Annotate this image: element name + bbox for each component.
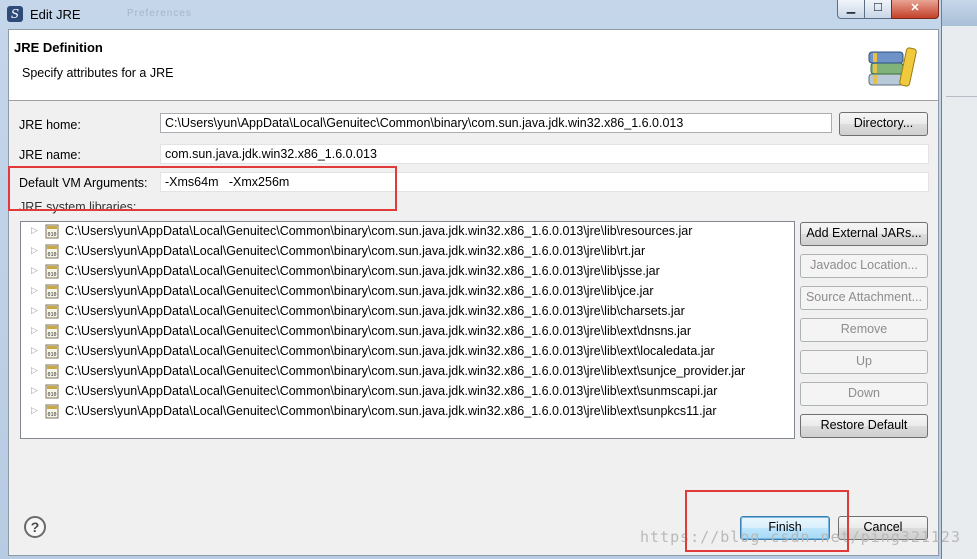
dialog-content: JRE Definition Specify attributes for a … bbox=[8, 29, 939, 556]
maximize-button[interactable]: ☐ bbox=[864, 0, 892, 19]
jre-name-label: JRE name: bbox=[19, 148, 81, 162]
javadoc-location-button[interactable]: Javadoc Location... bbox=[800, 254, 928, 278]
system-libraries-label: JRE system libraries: bbox=[19, 200, 137, 214]
library-path: C:\Users\yun\AppData\Local\Genuitec\Comm… bbox=[65, 324, 692, 338]
expand-arrow-icon[interactable]: ▷ bbox=[31, 225, 38, 236]
window-title: Edit JRE bbox=[30, 7, 81, 22]
library-path: C:\Users\yun\AppData\Local\Genuitec\Comm… bbox=[65, 244, 646, 258]
books-icon bbox=[868, 47, 917, 87]
title-bar[interactable]: S Edit JRE Preferences ▁ ☐ ✕ bbox=[0, 0, 941, 28]
svg-text:010: 010 bbox=[47, 312, 56, 318]
library-item[interactable]: ▷ 010 C:\Users\yun\AppData\Local\Genuitec\… bbox=[21, 362, 791, 382]
svg-text:010: 010 bbox=[47, 272, 56, 278]
svg-text:010: 010 bbox=[47, 292, 56, 298]
background-tab-title: Preferences bbox=[127, 8, 192, 19]
svg-text:010: 010 bbox=[47, 372, 56, 378]
library-path: C:\Users\yun\AppData\Local\Genuitec\Comm… bbox=[65, 224, 693, 238]
library-path: C:\Users\yun\AppData\Local\Genuitec\Comm… bbox=[65, 284, 654, 298]
library-item[interactable]: ▷ 010 C:\Users\yun\AppData\Local\Genuitec\… bbox=[21, 342, 791, 362]
library-item[interactable]: ▷ 010 C:\Users\yun\AppData\Local\Genuitec\… bbox=[21, 222, 791, 242]
jre-home-field[interactable] bbox=[160, 113, 832, 133]
library-path: C:\Users\yun\AppData\Local\Genuitec\Comm… bbox=[65, 344, 715, 358]
add-external-jars-button[interactable]: Add External JARs... bbox=[800, 222, 928, 246]
library-path: C:\Users\yun\AppData\Local\Genuitec\Comm… bbox=[65, 264, 660, 278]
minimize-button[interactable]: ▁ bbox=[837, 0, 865, 19]
library-item[interactable]: ▷ 010 C:\Users\yun\AppData\Local\Genuitec\… bbox=[21, 282, 791, 302]
jar-file-icon: 010 bbox=[45, 264, 59, 279]
watermark-text: https://blog.csdn.net/ping321123 bbox=[640, 528, 961, 546]
jar-file-icon: 010 bbox=[45, 304, 59, 319]
background-window-titlebar bbox=[942, 0, 977, 26]
library-path: C:\Users\yun\AppData\Local\Genuitec\Comm… bbox=[65, 304, 685, 318]
help-icon[interactable]: ? bbox=[24, 516, 46, 538]
svg-text:010: 010 bbox=[47, 252, 56, 258]
library-path: C:\Users\yun\AppData\Local\Genuitec\Comm… bbox=[65, 404, 717, 418]
library-path: C:\Users\yun\AppData\Local\Genuitec\Comm… bbox=[65, 364, 746, 378]
expand-arrow-icon[interactable]: ▷ bbox=[31, 305, 38, 316]
jar-file-icon: 010 bbox=[45, 224, 59, 239]
up-button[interactable]: Up bbox=[800, 350, 928, 374]
library-path: C:\Users\yun\AppData\Local\Genuitec\Comm… bbox=[65, 384, 718, 398]
jre-home-label: JRE home: bbox=[19, 118, 81, 132]
background-window bbox=[941, 0, 977, 559]
close-button[interactable]: ✕ bbox=[891, 0, 939, 19]
eclipse-app-icon: S bbox=[7, 6, 23, 22]
library-item[interactable]: ▷ 010 C:\Users\yun\AppData\Local\Genuitec\… bbox=[21, 402, 791, 422]
directory-button[interactable]: Directory... bbox=[839, 112, 928, 136]
expand-arrow-icon[interactable]: ▷ bbox=[31, 325, 38, 336]
vm-arguments-label: Default VM Arguments: bbox=[19, 176, 148, 190]
background-window-divider bbox=[946, 96, 977, 97]
expand-arrow-icon[interactable]: ▷ bbox=[31, 345, 38, 356]
expand-arrow-icon[interactable]: ▷ bbox=[31, 245, 38, 256]
svg-text:010: 010 bbox=[47, 352, 56, 358]
header-banner: JRE Definition Specify attributes for a … bbox=[9, 30, 938, 101]
banner-description: Specify attributes for a JRE bbox=[22, 66, 174, 80]
jar-file-icon: 010 bbox=[45, 364, 59, 379]
jar-file-icon: 010 bbox=[45, 384, 59, 399]
svg-text:010: 010 bbox=[47, 392, 56, 398]
expand-arrow-icon[interactable]: ▷ bbox=[31, 285, 38, 296]
jar-file-icon: 010 bbox=[45, 284, 59, 299]
svg-text:010: 010 bbox=[47, 232, 56, 238]
jre-name-field[interactable] bbox=[160, 144, 929, 164]
remove-button[interactable]: Remove bbox=[800, 318, 928, 342]
expand-arrow-icon[interactable]: ▷ bbox=[31, 385, 38, 396]
svg-text:010: 010 bbox=[47, 412, 56, 418]
expand-arrow-icon[interactable]: ▷ bbox=[31, 365, 38, 376]
library-item[interactable]: ▷ 010 C:\Users\yun\AppData\Local\Genuitec\… bbox=[21, 262, 791, 282]
restore-default-button[interactable]: Restore Default bbox=[800, 414, 928, 438]
jar-file-icon: 010 bbox=[45, 324, 59, 339]
jar-file-icon: 010 bbox=[45, 404, 59, 419]
vm-arguments-field[interactable] bbox=[160, 172, 929, 192]
jar-file-icon: 010 bbox=[45, 344, 59, 359]
system-libraries-list[interactable]: ▷ 010 C:\Users\yun\AppData\Local\Genuitec\… bbox=[20, 221, 795, 439]
down-button[interactable]: Down bbox=[800, 382, 928, 406]
expand-arrow-icon[interactable]: ▷ bbox=[31, 405, 38, 416]
jar-file-icon: 010 bbox=[45, 244, 59, 259]
library-item[interactable]: ▷ 010 C:\Users\yun\AppData\Local\Genuitec\… bbox=[21, 382, 791, 402]
expand-arrow-icon[interactable]: ▷ bbox=[31, 265, 38, 276]
library-item[interactable]: ▷ 010 C:\Users\yun\AppData\Local\Genuitec\… bbox=[21, 322, 791, 342]
library-item[interactable]: ▷ 010 C:\Users\yun\AppData\Local\Genuitec\… bbox=[21, 302, 791, 322]
library-item[interactable]: ▷ 010 C:\Users\yun\AppData\Local\Genuitec\… bbox=[21, 242, 791, 262]
banner-title: JRE Definition bbox=[14, 40, 103, 55]
source-attachment-button[interactable]: Source Attachment... bbox=[800, 286, 928, 310]
edit-jre-dialog: S Edit JRE Preferences ▁ ☐ ✕ JRE Definit… bbox=[0, 0, 942, 559]
svg-text:010: 010 bbox=[47, 332, 56, 338]
